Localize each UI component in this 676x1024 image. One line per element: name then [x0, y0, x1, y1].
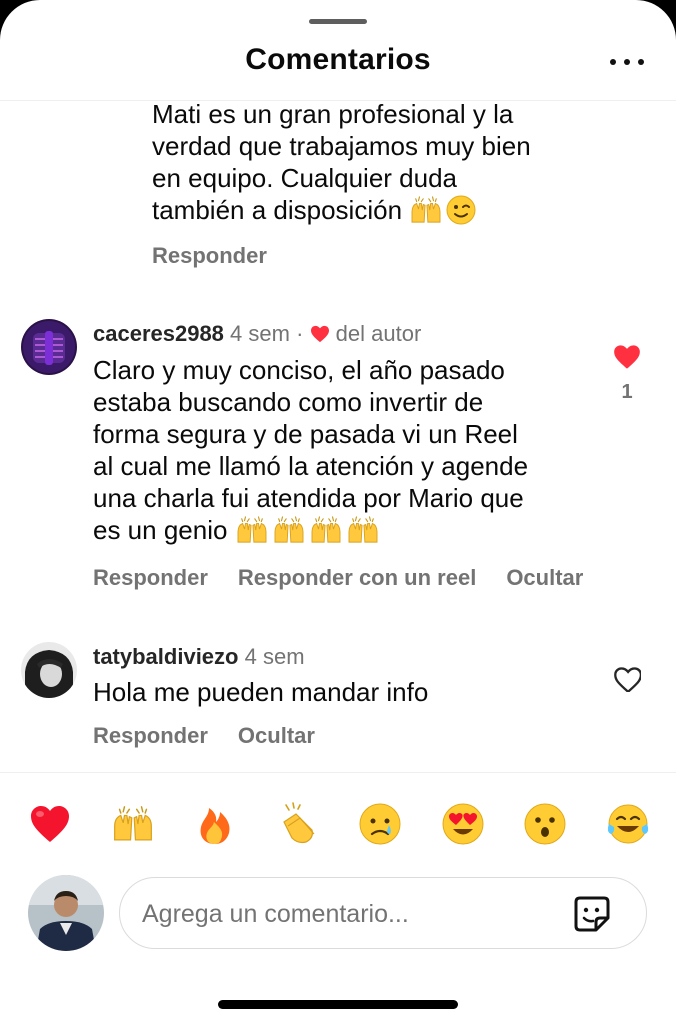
- like-heart-filled-icon[interactable]: [613, 344, 641, 370]
- raising-hands-emoji: [272, 516, 306, 544]
- drag-handle[interactable]: [309, 19, 367, 24]
- comment-actions: Responder Ocultar: [93, 723, 345, 749]
- winking-face-emoji: [446, 195, 476, 225]
- comment-input-placeholder: Agrega un comentario...: [142, 900, 409, 928]
- like-column: 1: [607, 344, 647, 404]
- tears-of-joy-emoji[interactable]: [606, 802, 650, 846]
- comment-text: Claro y muy conciso, el año pasado estab…: [93, 355, 529, 545]
- heart-eyes-emoji[interactable]: [441, 802, 485, 846]
- like-count[interactable]: 1: [607, 381, 647, 404]
- surprised-face-emoji[interactable]: [523, 802, 567, 846]
- username[interactable]: caceres2988: [93, 321, 224, 346]
- comment-input[interactable]: Agrega un comentario...: [119, 877, 647, 949]
- timestamp: 4 sem: [230, 321, 290, 346]
- reactions-divider: [0, 772, 676, 773]
- avatar-caceres2988[interactable]: [21, 319, 77, 375]
- author-liked-label: del autor: [335, 321, 422, 346]
- comment-header: tatybaldiviezo 4 sem: [93, 644, 305, 670]
- quick-reactions-bar: [28, 798, 650, 850]
- home-indicator[interactable]: [218, 1000, 458, 1009]
- crying-face-emoji[interactable]: [358, 802, 402, 846]
- author-liked-heart-icon: [310, 325, 330, 343]
- raising-hands-emoji[interactable]: [111, 802, 155, 846]
- clapping-hands-emoji[interactable]: [276, 802, 320, 846]
- sticker-icon[interactable]: [572, 894, 612, 934]
- username[interactable]: tatybaldiviezo: [93, 644, 238, 669]
- raising-hands-emoji: [346, 516, 380, 544]
- reply-with-reel-button[interactable]: Responder con un reel: [238, 565, 476, 591]
- comment-text: Hola me pueden mandar info: [93, 677, 429, 707]
- hide-button[interactable]: Ocultar: [238, 723, 315, 749]
- reply-button[interactable]: Responder: [152, 243, 267, 269]
- like-column: [607, 666, 647, 697]
- reply-button[interactable]: Responder: [93, 565, 208, 591]
- comment-text: Mati es un gran profesional y la verdad …: [152, 99, 531, 225]
- comments-sheet: Comentarios Mati es un gran profesional …: [0, 0, 676, 1024]
- like-heart-outline-icon[interactable]: [613, 666, 641, 692]
- reply-button[interactable]: Responder: [93, 723, 208, 749]
- hide-button[interactable]: Ocultar: [506, 565, 583, 591]
- red-heart-emoji[interactable]: [28, 802, 72, 846]
- raising-hands-emoji: [409, 196, 443, 224]
- more-options-button[interactable]: [610, 52, 644, 72]
- current-user-avatar: [28, 875, 104, 951]
- comment-header: caceres2988 4 sem · del autor: [93, 321, 422, 346]
- fire-emoji[interactable]: [193, 802, 237, 846]
- more-horizontal-icon: [610, 59, 616, 65]
- raising-hands-emoji: [235, 516, 269, 544]
- avatar-tatybaldiviezo[interactable]: [21, 642, 77, 698]
- raising-hands-emoji: [309, 516, 343, 544]
- comment-actions: Responder: [152, 243, 297, 269]
- comment-actions: Responder Responder con un reel Ocultar: [93, 565, 613, 591]
- timestamp: 4 sem: [244, 644, 305, 669]
- sheet-title: Comentarios: [245, 43, 431, 76]
